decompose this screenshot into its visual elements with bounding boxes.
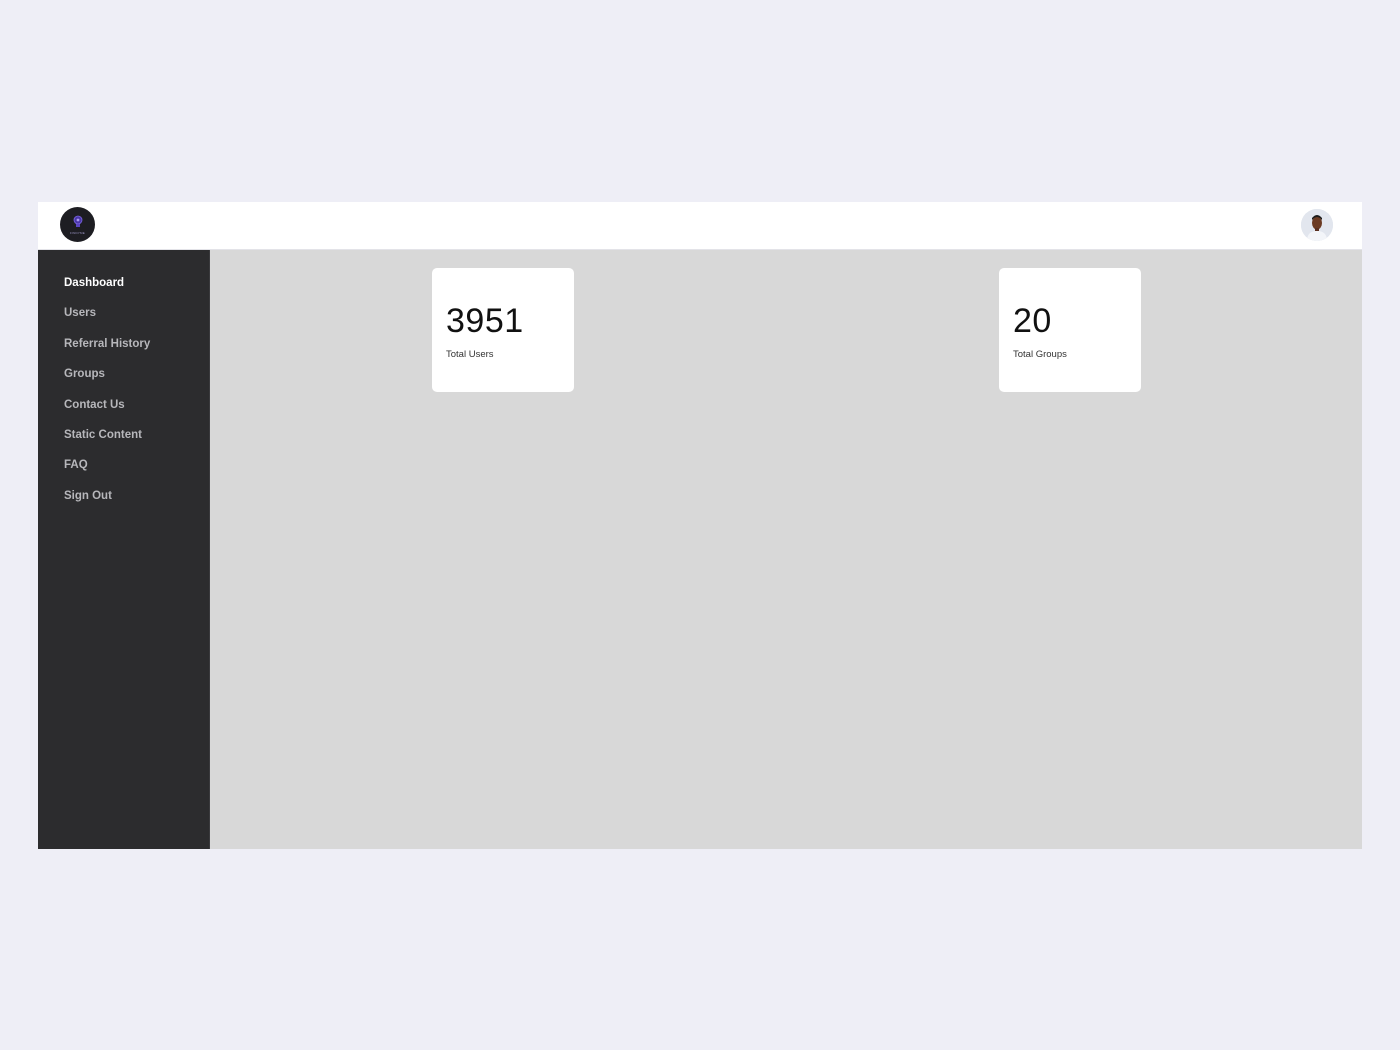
- app-window: FINDYME Dashboard Users Referral History…: [38, 202, 1362, 849]
- user-avatar[interactable]: [1301, 209, 1333, 241]
- sidebar-item-sign-out[interactable]: Sign Out: [38, 486, 209, 516]
- sidebar-item-static-content[interactable]: Static Content: [38, 425, 209, 455]
- lightbulb-logo-icon: [73, 215, 82, 227]
- app-logo[interactable]: FINDYME: [60, 207, 95, 242]
- logo-text: FINDYME: [70, 231, 85, 235]
- sidebar-item-groups[interactable]: Groups: [38, 364, 209, 394]
- total-groups-label: Total Groups: [1013, 349, 1067, 360]
- total-users-label: Total Users: [446, 349, 494, 360]
- total-groups-card: 20 Total Groups: [999, 268, 1141, 392]
- sidebar-item-users[interactable]: Users: [38, 303, 209, 333]
- sidebar-item-dashboard[interactable]: Dashboard: [38, 273, 209, 303]
- total-users-value: 3951: [446, 302, 524, 340]
- top-bar: FINDYME: [38, 202, 1362, 250]
- total-users-card: 3951 Total Users: [432, 268, 574, 392]
- sidebar-item-referral-history[interactable]: Referral History: [38, 334, 209, 364]
- user-avatar-icon: [1301, 209, 1333, 241]
- total-groups-value: 20: [1013, 302, 1052, 340]
- sidebar-nav: Dashboard Users Referral History Groups …: [38, 250, 210, 849]
- sidebar-item-faq[interactable]: FAQ: [38, 455, 209, 485]
- sidebar-item-contact-us[interactable]: Contact Us: [38, 395, 209, 425]
